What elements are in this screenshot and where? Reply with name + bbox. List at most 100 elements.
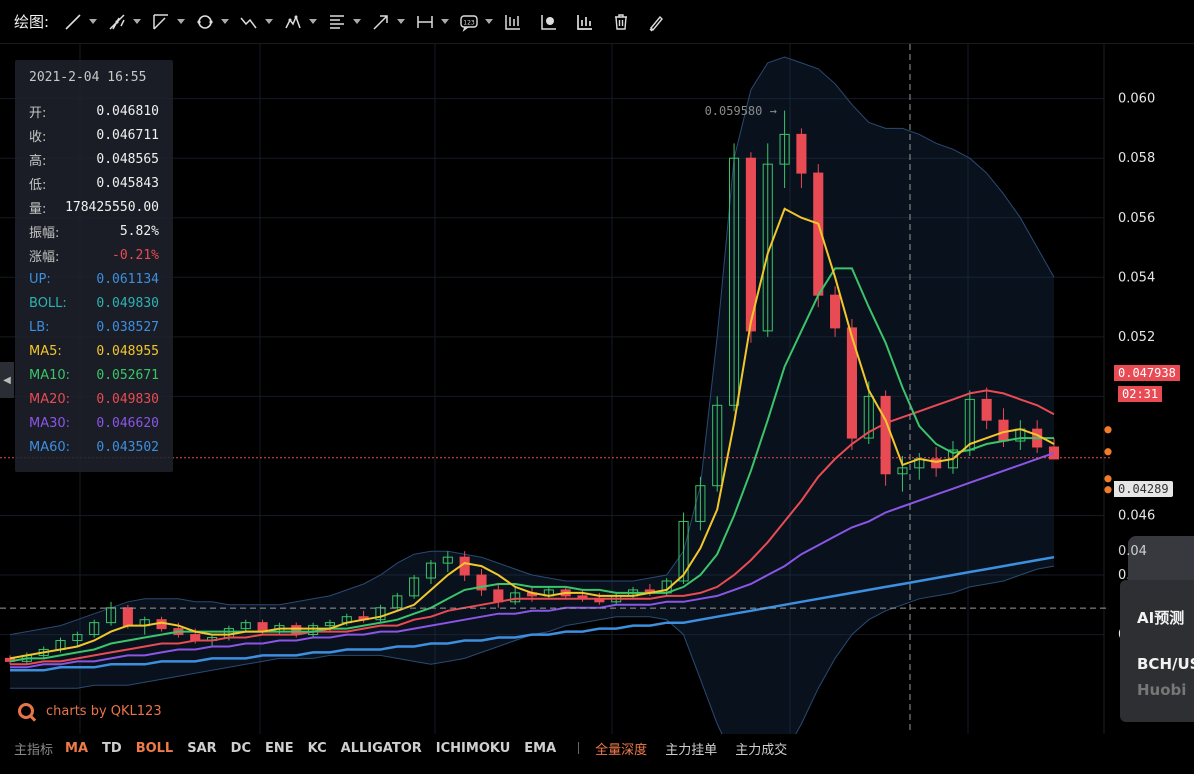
ohlc-info-panel: 2021-2-04 16:55 开: 0.046810 收: 0.046711 高: 0.… xyxy=(15,60,173,472)
indicator-kc[interactable]: KC xyxy=(308,741,327,756)
text-tool[interactable]: 123 xyxy=(459,12,494,32)
indicator-ene[interactable]: ENE xyxy=(265,741,294,756)
chevron-down-icon[interactable] xyxy=(265,19,274,24)
measure-tool[interactable] xyxy=(415,12,450,32)
candle-body xyxy=(981,398,992,421)
collapse-panel-button[interactable]: ◀ xyxy=(0,362,14,398)
pitchfork-tool-icon xyxy=(109,13,125,30)
price-chart[interactable]: 0.059580 →0.0600.0580.0560.0540.0520.050… xyxy=(0,44,1194,734)
main-trades-toggle[interactable]: 主力成交 xyxy=(735,739,787,758)
histogram-tool[interactable] xyxy=(575,12,595,32)
brush-tool[interactable] xyxy=(647,12,667,32)
ohlc-value: 5.82% xyxy=(119,223,159,239)
circle-tool-icon xyxy=(197,14,213,29)
ohlc-key: 振幅: xyxy=(29,225,60,241)
y-tick-label: 0.058 xyxy=(1118,151,1155,166)
ai-card-title: AI预测 xyxy=(1137,609,1185,627)
ohlc-row: BOLL: 0.049830 xyxy=(29,291,159,315)
ohlc-value: 0.061134 xyxy=(96,271,159,287)
histogram-tool-icon xyxy=(577,14,593,30)
ohlc-rows: 开: 0.046810 收: 0.046711 高: 0.048565 低: 0.045843… xyxy=(29,99,159,459)
pie-tool[interactable] xyxy=(539,12,559,32)
y-tick-label: 0.060 xyxy=(1118,92,1155,107)
ai-prediction-card[interactable] xyxy=(1120,580,1194,722)
chevron-down-icon[interactable] xyxy=(177,19,186,24)
candle-time: 2021-2-04 16:55 xyxy=(29,70,147,85)
indicator-dc[interactable]: DC xyxy=(231,741,251,756)
chevron-down-icon[interactable] xyxy=(89,19,98,24)
indicator-sar[interactable]: SAR xyxy=(187,741,216,756)
y-tick-label: 0.052 xyxy=(1118,330,1155,345)
circle-tool[interactable] xyxy=(195,12,230,32)
wave-tool-icon xyxy=(240,17,257,28)
wave-tool[interactable] xyxy=(239,12,274,32)
ohlc-row: MA5: 0.048955 xyxy=(29,339,159,363)
ohlc-key: LB: xyxy=(29,319,50,335)
indicator-alligator[interactable]: ALLIGATOR xyxy=(341,741,422,756)
arrow-tool[interactable] xyxy=(371,12,406,32)
trash-icon xyxy=(615,13,628,30)
candle-body xyxy=(1048,446,1060,460)
ohlc-value: 0.046810 xyxy=(96,103,159,119)
crosshair-price-tag: 0.04289 xyxy=(1114,481,1173,497)
ohlc-value: 0.048955 xyxy=(96,343,159,359)
y-tick-label: 0.046 xyxy=(1118,508,1155,523)
indicator-ichimoku[interactable]: ICHIMOKU xyxy=(436,741,510,756)
ohlc-row: LB: 0.038527 xyxy=(29,315,159,339)
brush-icon xyxy=(649,15,664,31)
chevron-down-icon[interactable] xyxy=(397,19,406,24)
ohlc-row: MA30: 0.046620 xyxy=(29,411,159,435)
indicator-ema[interactable]: EMA xyxy=(524,741,556,756)
delete-drawings-button[interactable] xyxy=(611,12,631,32)
main-orders-toggle[interactable]: 主力挂单 xyxy=(665,739,717,758)
pitchfork-tool[interactable] xyxy=(107,12,142,32)
bars-tool-icon xyxy=(505,14,521,30)
arrow-tool-icon xyxy=(373,14,388,30)
svg-text:123: 123 xyxy=(463,19,475,26)
ohlc-value: 178425550.00 xyxy=(65,199,159,215)
fib-tool[interactable] xyxy=(327,12,362,32)
drawing-toolbar: 绘图: 123 xyxy=(0,0,1194,44)
ohlc-value: 0.049830 xyxy=(96,391,159,407)
channel-tool[interactable] xyxy=(151,12,186,32)
ohlc-value: -0.21% xyxy=(112,247,159,263)
ohlc-value: 0.048565 xyxy=(96,151,159,167)
candle-body xyxy=(796,133,807,174)
indicator-boll[interactable]: BOLL xyxy=(136,741,174,756)
ohlc-value: 0.046620 xyxy=(96,415,159,431)
candle-body xyxy=(931,458,942,469)
pattern-tool[interactable] xyxy=(283,12,318,32)
max-price-label: 0.059580 → xyxy=(705,104,777,118)
ohlc-key: UP: xyxy=(29,271,51,287)
y-tick-label: 0.054 xyxy=(1118,270,1155,285)
depth-toggle[interactable]: 全量深度 xyxy=(595,739,647,758)
candle-body xyxy=(122,607,133,627)
qkl123-logo[interactable]: charts by QKL123 xyxy=(18,703,162,719)
ai-card-exchange: Huobi xyxy=(1137,681,1187,699)
candle-body xyxy=(830,294,841,329)
channel-tool-icon xyxy=(153,13,169,30)
toolbar-label: 绘图: xyxy=(14,13,50,31)
chevron-down-icon[interactable] xyxy=(309,19,318,24)
ohlc-row: 振幅: 5.82% xyxy=(29,219,159,243)
ohlc-key: MA5: xyxy=(29,343,62,359)
indicator-ma[interactable]: MA xyxy=(65,741,88,756)
ohlc-row: UP: 0.061134 xyxy=(29,267,159,291)
chevron-down-icon[interactable] xyxy=(353,19,362,24)
current-price-tag: 0.047938 xyxy=(1114,365,1180,381)
chevron-down-icon[interactable] xyxy=(441,19,450,24)
indicator-bar: 主指标 MA TD BOLL SAR DC ENE KC ALLIGATOR ICHIMOKU E… xyxy=(0,734,1104,762)
ohlc-row: 量: 178425550.00 xyxy=(29,195,159,219)
ohlc-key: MA20: xyxy=(29,391,71,407)
indicator-td[interactable]: TD xyxy=(102,741,122,756)
ohlc-row: 收: 0.046711 xyxy=(29,123,159,147)
y-tick-label: 0.056 xyxy=(1118,211,1155,226)
fib-tool-icon xyxy=(330,14,345,29)
chevron-down-icon[interactable] xyxy=(485,19,494,24)
line-tool[interactable] xyxy=(63,12,98,32)
pie-tool-icon xyxy=(541,14,557,30)
chevron-down-icon[interactable] xyxy=(133,19,142,24)
chevron-down-icon[interactable] xyxy=(221,19,230,24)
text-tool-icon: 123 xyxy=(460,14,478,32)
bars-tool[interactable] xyxy=(503,12,523,32)
